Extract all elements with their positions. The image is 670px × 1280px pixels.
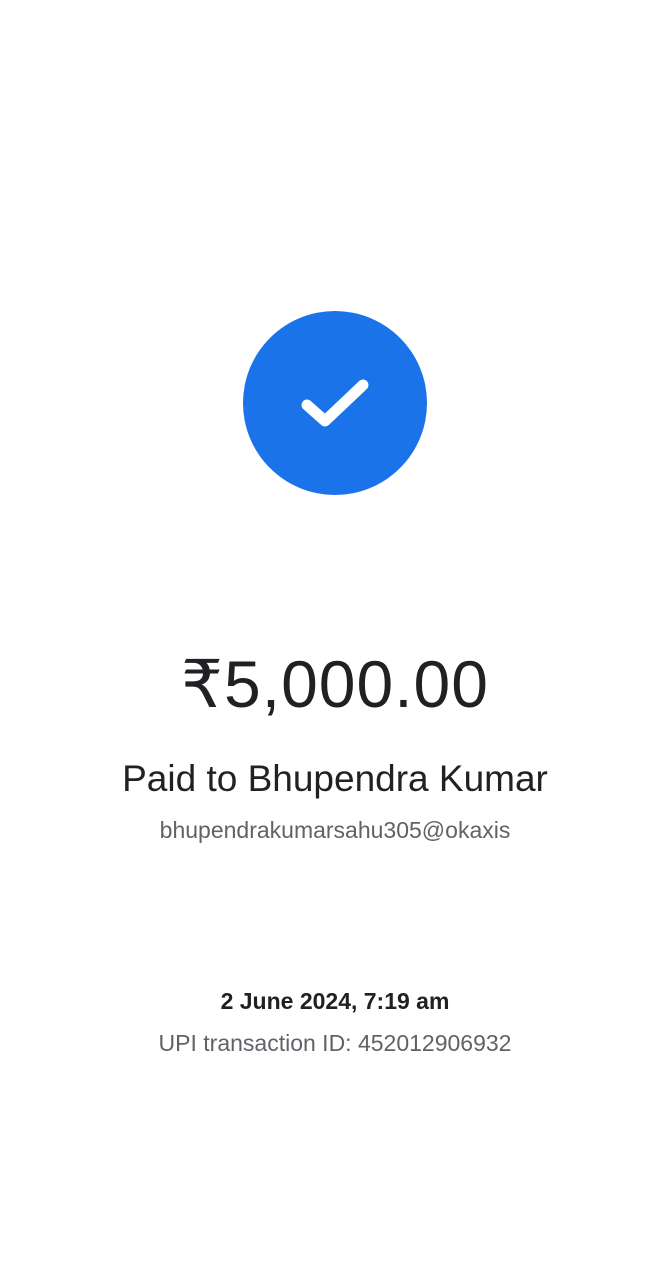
payment-amount: ₹5,000.00 (181, 647, 489, 721)
payee-upi-id: bhupendrakumarsahu305@okaxis (159, 817, 511, 843)
transaction-datetime: 2 June 2024, 7:19 am (220, 988, 450, 1014)
upi-transaction-id: UPI transaction ID: 452012906932 (158, 1030, 512, 1056)
success-badge (243, 311, 427, 495)
checkmark-icon (301, 379, 369, 427)
payee-name: Paid to Bhupendra Kumar (122, 758, 548, 799)
